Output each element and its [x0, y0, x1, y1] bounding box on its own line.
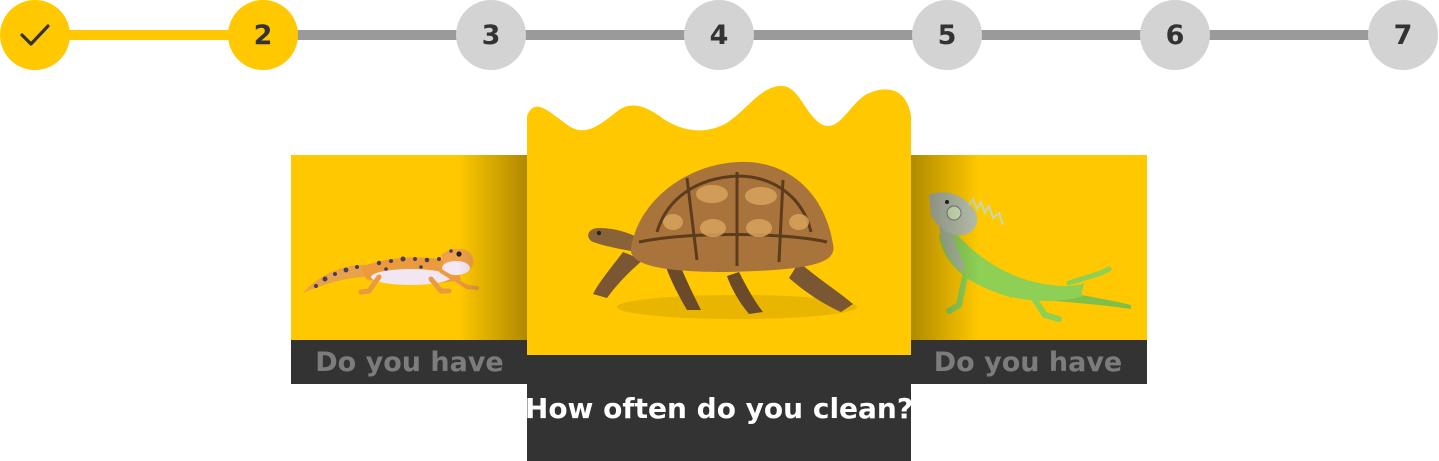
checkmark-icon: [20, 24, 50, 46]
card-caption: How often do you clean?: [525, 355, 913, 461]
step-3[interactable]: 3: [456, 0, 526, 70]
stepper-track-remaining: [263, 30, 1404, 40]
step-number: 4: [709, 19, 729, 51]
next-question-card[interactable]: Do you have: [909, 155, 1147, 384]
step-4[interactable]: 4: [684, 0, 754, 70]
card-caption: Do you have: [291, 340, 528, 384]
step-6[interactable]: 6: [1140, 0, 1210, 70]
iguana-illustration: [929, 192, 1131, 322]
step-number: 5: [937, 19, 957, 51]
step-number: 3: [481, 19, 501, 51]
active-question-card[interactable]: How often do you clean?: [525, 82, 913, 461]
step-2-current[interactable]: 2: [228, 0, 298, 70]
step-7[interactable]: 7: [1368, 0, 1438, 70]
progress-stepper: 2 3 4 5 6 7: [0, 0, 1439, 70]
step-number: 7: [1393, 19, 1413, 51]
step-number: 6: [1165, 19, 1185, 51]
step-number: 2: [253, 19, 273, 51]
step-1-completed[interactable]: [0, 0, 70, 70]
card-caption: Do you have: [909, 340, 1147, 384]
card-wave-background: [527, 85, 911, 362]
previous-question-card[interactable]: Do you have: [291, 155, 528, 384]
step-5[interactable]: 5: [912, 0, 982, 70]
gecko-illustration: [303, 248, 479, 295]
